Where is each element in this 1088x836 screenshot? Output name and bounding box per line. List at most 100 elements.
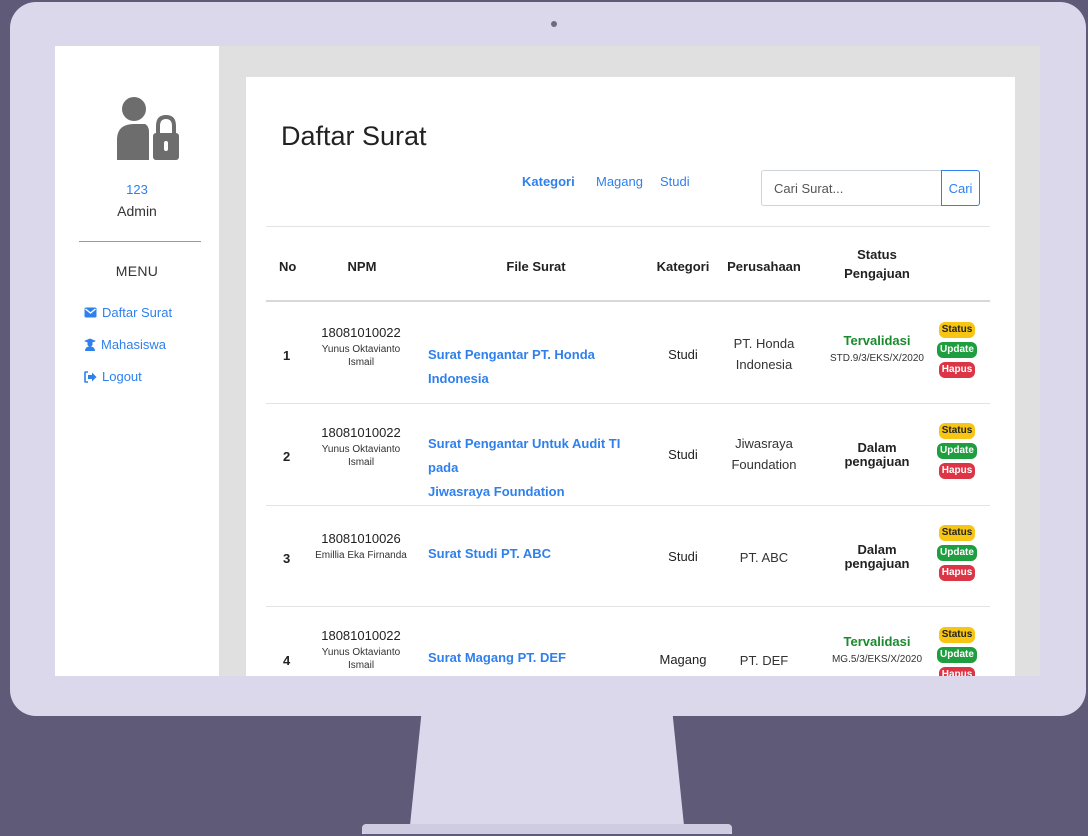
student-name: Yunus Oktavianto: [321, 444, 401, 455]
npm-number: 18081010022: [321, 628, 401, 643]
file-surat-link[interactable]: Surat Pengantar PT. Honda Indonesia: [428, 343, 640, 391]
perusahaan-cell: PT. Honda Indonesia: [728, 333, 800, 375]
monitor-stand-base: [362, 824, 732, 834]
monitor-stand: [362, 716, 732, 834]
perusahaan-line2: Foundation: [731, 457, 797, 472]
column-header-status-pengajuan: Status Pengajuan: [831, 245, 923, 283]
search-input[interactable]: [761, 170, 941, 206]
update-button[interactable]: Update: [937, 545, 977, 561]
sidebar-item-label: Mahasiswa: [101, 337, 167, 352]
sidebar-item-label: Daftar Surat: [102, 305, 173, 320]
kategori-cell: Studi: [668, 549, 698, 564]
camera-dot: [551, 21, 557, 27]
perusahaan-line2: Indonesia: [735, 357, 793, 372]
menu-title: MENU: [115, 263, 159, 279]
table-row: 1 18081010022 Yunus Oktavianto Ismail Su…: [246, 302, 1015, 403]
screen: 123 Admin MENU Daftar Surat Mahasiswa Lo…: [55, 46, 1040, 676]
action-buttons: Status Update Hapus: [937, 423, 977, 479]
column-header-npm: NPM: [347, 259, 377, 274]
row-number: 2: [283, 449, 291, 464]
student-name-cont: Ismail: [347, 660, 375, 671]
status-button[interactable]: Status: [938, 525, 976, 541]
sidebar-divider: [79, 241, 201, 242]
npm-number: 18081010026: [321, 531, 401, 546]
student-name: Yunus Oktavianto: [321, 647, 401, 658]
update-button[interactable]: Update: [937, 342, 977, 358]
user-role: Admin: [117, 203, 157, 219]
delete-button[interactable]: Hapus: [938, 565, 976, 581]
perusahaan-cell: PT. ABC: [739, 550, 789, 565]
student-name: Emillia Eka Firnanda: [315, 550, 407, 561]
status-validated: Tervalidasi: [843, 634, 911, 649]
file-surat-line1: Surat Pengantar Untuk Audit TI pada: [428, 436, 621, 475]
header-divider-top: [266, 226, 990, 227]
student-name-cont: Ismail: [347, 357, 375, 368]
npm-cell: 18081010022 Yunus Oktavianto Ismail: [311, 324, 411, 369]
kategori-cell: Studi: [668, 447, 698, 462]
student-name: Yunus Oktavianto: [321, 344, 401, 355]
user-lock-icon: [115, 96, 179, 162]
perusahaan-line1: Jiwasraya: [735, 436, 793, 451]
status-cell: Dalam pengajuan: [818, 441, 936, 469]
tab-magang[interactable]: Magang: [596, 174, 643, 189]
perusahaan-line1: PT. Honda: [733, 336, 795, 351]
status-cell: Dalam pengajuan: [818, 543, 936, 571]
action-buttons: Status Update Hapus: [937, 627, 977, 676]
table-row: 2 18081010022 Yunus Oktavianto Ismail Su…: [246, 404, 1015, 505]
action-buttons: Status Update Hapus: [937, 525, 977, 581]
sidebar-item-label: Logout: [102, 369, 142, 384]
tab-studi[interactable]: Studi: [660, 174, 690, 189]
column-header-perusahaan: Perusahaan: [727, 259, 801, 274]
search-button[interactable]: Cari: [941, 170, 980, 206]
status-button[interactable]: Status: [938, 322, 976, 338]
status-cell: Tervalidasi MG.5/3/EKS/X/2020: [818, 634, 936, 665]
envelope-icon: [84, 307, 97, 318]
kategori-cell: Magang: [659, 652, 707, 667]
npm-cell: 18081010026 Emillia Eka Firnanda: [311, 530, 411, 562]
status-pending-line1: Dalam: [857, 542, 897, 557]
npm-number: 18081010022: [321, 425, 401, 440]
tab-kategori[interactable]: Kategori: [522, 174, 575, 189]
row-number: 3: [283, 551, 291, 566]
column-header-kategori: Kategori: [656, 259, 710, 274]
sidebar: 123 Admin MENU Daftar Surat Mahasiswa Lo…: [55, 46, 219, 676]
delete-button[interactable]: Hapus: [938, 667, 976, 676]
main-card: Daftar Surat Kategori Magang Studi Cari …: [246, 77, 1015, 676]
student-icon: [84, 338, 96, 351]
sidebar-item-logout[interactable]: Logout: [84, 369, 142, 384]
status-pending-line2: pengajuan: [844, 556, 910, 571]
npm-number: 18081010022: [321, 325, 401, 340]
sidebar-item-daftar-surat[interactable]: Daftar Surat: [84, 305, 172, 320]
delete-button[interactable]: Hapus: [938, 362, 976, 378]
update-button[interactable]: Update: [937, 443, 977, 459]
file-surat-link[interactable]: Surat Magang PT. DEF: [428, 646, 640, 670]
column-header-status-line2: Pengajuan: [844, 266, 910, 281]
user-id: 123: [126, 182, 148, 197]
status-pending-line2: pengajuan: [844, 454, 910, 469]
file-surat-line2: Jiwasraya Foundation: [428, 484, 565, 499]
student-name-cont: Ismail: [347, 457, 375, 468]
status-pending-line1: Dalam: [857, 440, 897, 455]
perusahaan-cell: PT. DEF: [739, 653, 789, 668]
npm-cell: 18081010022 Yunus Oktavianto Ismail: [311, 424, 411, 469]
file-surat-link[interactable]: Surat Pengantar Untuk Audit TI pada Jiwa…: [428, 432, 640, 504]
kategori-cell: Studi: [668, 347, 698, 362]
table-row: 3 18081010026 Emillia Eka Firnanda Surat…: [246, 506, 1015, 607]
action-buttons: Status Update Hapus: [937, 322, 977, 378]
sidebar-item-mahasiswa[interactable]: Mahasiswa: [84, 337, 166, 352]
status-validated: Tervalidasi: [843, 333, 911, 348]
page-title: Daftar Surat: [281, 121, 427, 151]
row-number: 1: [283, 348, 291, 363]
status-button[interactable]: Status: [938, 423, 976, 439]
table-row: 4 18081010022 Yunus Oktavianto Ismail Su…: [246, 607, 1015, 676]
delete-button[interactable]: Hapus: [938, 463, 976, 479]
status-cell: Tervalidasi STD.9/3/EKS/X/2020: [818, 333, 936, 364]
column-header-no: No: [279, 259, 297, 274]
status-code: MG.5/3/EKS/X/2020: [831, 654, 923, 665]
update-button[interactable]: Update: [937, 647, 977, 663]
file-surat-link[interactable]: Surat Studi PT. ABC: [428, 542, 640, 566]
status-button[interactable]: Status: [938, 627, 976, 643]
column-header-status-line1: Status: [857, 247, 897, 262]
status-code: STD.9/3/EKS/X/2020: [830, 353, 924, 364]
logout-icon: [84, 370, 97, 383]
